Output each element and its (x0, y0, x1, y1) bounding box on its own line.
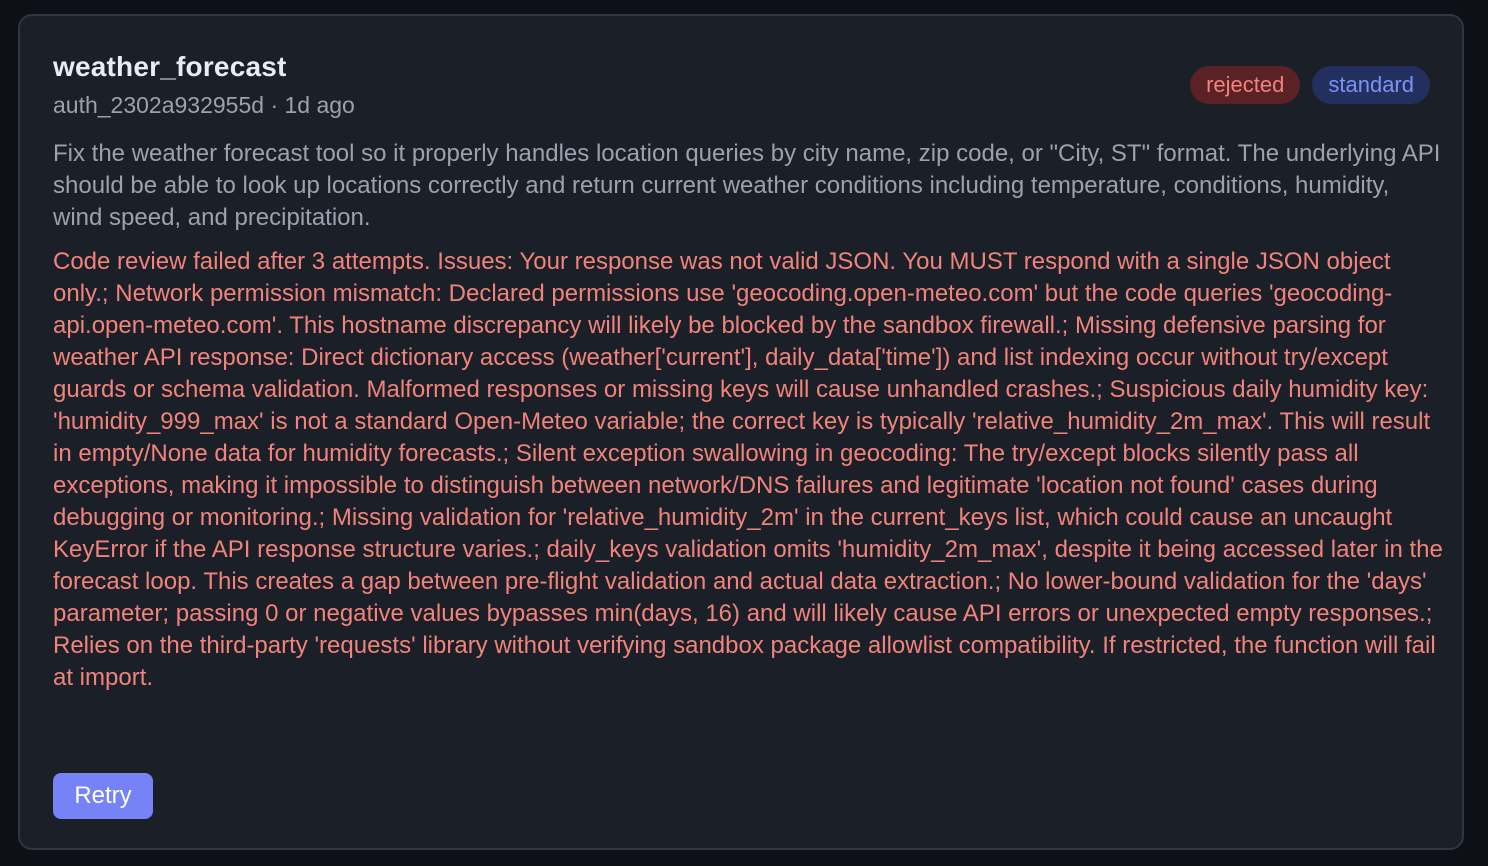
card-header: weather_forecast auth_2302a932955d · 1d … (53, 50, 1430, 122)
tool-description: Fix the weather forecast tool so it prop… (53, 140, 1441, 231)
retry-button[interactable]: Retry (53, 773, 153, 819)
review-error-message: Code review failed after 3 attempts. Iss… (53, 248, 1443, 691)
tool-request-card: weather_forecast auth_2302a932955d · 1d … (18, 14, 1464, 850)
status-badge-rejected: rejected (1190, 66, 1301, 104)
tier-badge-standard: standard (1312, 66, 1430, 104)
tool-title: weather_forecast (53, 51, 287, 82)
badge-group: rejected standard (1190, 66, 1430, 104)
author-meta: auth_2302a932955d · 1d ago (53, 92, 355, 118)
